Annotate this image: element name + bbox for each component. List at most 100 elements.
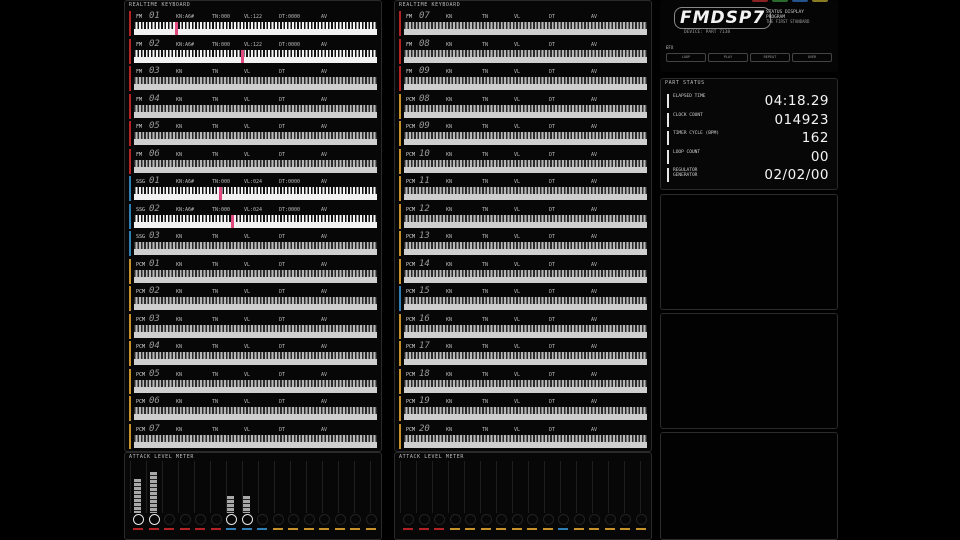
channel-color-stripe: [399, 38, 401, 64]
channel-indicator-icon: [288, 514, 299, 525]
channel-color-stripe: [129, 38, 131, 64]
channel-row[interactable]: PCM 12 KN TN VL DT AV: [399, 203, 647, 231]
channel-type: SSG: [136, 234, 146, 240]
channel-row[interactable]: PCM 07 KN TN VL DT AV: [129, 423, 377, 451]
piano-keyboard: [134, 22, 377, 35]
channel-row[interactable]: PCM 20 KN TN VL DT AV: [399, 423, 647, 451]
channel-row[interactable]: FM 02 KN:A6# TN:000 VL:122 DT:0000 AV: [129, 38, 377, 66]
av-field: AV: [321, 344, 328, 350]
tone-field: TN: [482, 261, 489, 268]
channel-row[interactable]: PCM 01 KN TN VL DT AV: [129, 258, 377, 286]
channel-indicator-icon: [334, 514, 346, 525]
detune-field: DT: [279, 96, 286, 103]
channel-color-stripe: [399, 286, 401, 311]
av-field: AV: [321, 69, 328, 75]
channel-info: FM 04 KN TN VL DT AV: [136, 94, 372, 105]
channel-info: PCM 07 KN TN VL DT AV: [136, 424, 372, 435]
piano-keyboard: [404, 214, 647, 228]
channel-info: SSG 03 KN TN VL DT AV: [136, 231, 372, 242]
channel-row[interactable]: PCM 14 KN TN VL DT AV: [399, 258, 647, 286]
channel-row[interactable]: FM 07 KN TN VL DT AV: [399, 10, 647, 38]
av-field: AV: [591, 289, 598, 295]
channel-row[interactable]: PCM 13 KN TN VL DT AV: [399, 230, 647, 258]
channel-info: SSG 01 KN:A6# TN:000 VL:024 DT:0000 AV: [136, 176, 372, 187]
channel-info: PCM 04 KN TN VL DT AV: [136, 341, 372, 352]
volume-field: VL:122: [244, 41, 263, 48]
part-status-panel: PART STATUS ELAPSED TIME 04:18.29 CLOCK CO…: [660, 78, 838, 190]
channel-row[interactable]: PCM 09 KN TN VL DT AV: [399, 120, 647, 148]
channel-indicator-icon: [449, 514, 461, 525]
channel-color-tag: [434, 528, 444, 532]
detune-field: DT: [549, 14, 556, 20]
channel-number: 02: [149, 38, 160, 49]
channel-indicator-icon: [179, 514, 191, 525]
channel-row[interactable]: SSG 01 KN:A6# TN:000 VL:024 DT:0000 AV: [129, 175, 377, 203]
channel-row[interactable]: PCM 08 KN TN VL DT AV: [399, 93, 647, 121]
channel-row[interactable]: FM 01 KN:A6# TN:000 VL:122 DT:0000 AV: [129, 10, 377, 38]
attack-meter-title: ATTACK LEVEL METER: [129, 454, 194, 460]
key-note-field: KN: [446, 124, 453, 130]
channel-info: PCM 17 KN TN VL DT AV: [406, 341, 642, 352]
key-note-field: KN: [176, 344, 183, 350]
channel-row[interactable]: FM 05 KN TN VL DT AV: [129, 120, 377, 148]
status-row: REGULATOR GENERATOR 02/02/00: [667, 167, 833, 183]
mode-tab[interactable]: PLAY: [708, 53, 748, 62]
channel-row[interactable]: PCM 17 KN TN VL DT AV: [399, 340, 647, 368]
channel-row[interactable]: PCM 10 KN TN VL DT AV: [399, 148, 647, 176]
channel-row[interactable]: SSG 02 KN:A6# TN:000 VL:024 DT:0000 AV: [129, 203, 377, 231]
channel-number: 01: [149, 258, 160, 269]
channel-info: PCM 06 KN TN VL DT AV: [136, 396, 372, 407]
piano-keyboard: [404, 187, 647, 200]
channel-row[interactable]: FM 08 KN TN VL DT AV: [399, 38, 647, 66]
channel-indicator-icon: [403, 514, 414, 525]
channel-row[interactable]: PCM 05 KN TN VL DT AV: [129, 368, 377, 396]
mode-tab[interactable]: OVER: [792, 53, 832, 62]
channel-number: 02: [149, 203, 160, 214]
channel-row[interactable]: PCM 11 KN TN VL DT AV: [399, 175, 647, 203]
attack-meter-title: ATTACK LEVEL METER: [399, 454, 464, 460]
channel-row[interactable]: PCM 03 KN TN VL DT AV: [129, 313, 377, 341]
channel-row[interactable]: FM 03 KN TN VL DT AV: [129, 65, 377, 93]
channel-color-tag: [288, 528, 298, 532]
piano-keyboard: [134, 324, 377, 338]
status-label: LOOP COUNT: [673, 149, 701, 155]
channel-info: PCM 19 KN TN VL DT AV: [406, 396, 642, 407]
volume-field: VL: [244, 124, 251, 130]
channel-info: PCM 11 KN TN VL DT AV: [406, 176, 642, 187]
channel-row[interactable]: PCM 02 KN TN VL DT AV: [129, 285, 377, 313]
key-note-field: KN: [446, 41, 453, 48]
channel-type: PCM: [136, 399, 146, 405]
channel-indicator-icon: [226, 514, 237, 525]
channel-number: 19: [419, 396, 430, 406]
av-field: AV: [591, 371, 598, 378]
channel-row[interactable]: PCM 16 KN TN VL DT AV: [399, 313, 647, 341]
channel-row[interactable]: FM 06 KN TN VL DT AV: [129, 148, 377, 176]
mode-tab[interactable]: LOOP: [666, 53, 706, 62]
channel-type: FM: [406, 69, 413, 75]
tone-field: TN: [482, 41, 489, 48]
channel-row[interactable]: PCM 06 KN TN VL DT AV: [129, 395, 377, 423]
volume-field: VL: [244, 234, 251, 240]
channel-number: 18: [419, 368, 430, 379]
tone-field: TN: [482, 151, 489, 158]
channel-row[interactable]: PCM 19 KN TN VL DT AV: [399, 395, 647, 423]
key-note-field: KN: [176, 69, 183, 75]
app-logo: FMDSP7: [674, 7, 772, 29]
volume-field: VL: [514, 14, 521, 20]
channel-row[interactable]: SSG 03 KN TN VL DT AV: [129, 230, 377, 258]
channel-type: PCM: [136, 344, 146, 350]
channel-row[interactable]: FM 04 KN TN VL DT AV: [129, 93, 377, 121]
channel-color-tag: [303, 528, 314, 532]
channel-number: 04: [149, 341, 160, 351]
channel-row[interactable]: PCM 18 KN TN VL DT AV: [399, 368, 647, 396]
tone-field: TN: [482, 14, 489, 20]
status-row: LOOP COUNT 00: [667, 149, 833, 165]
channel-row[interactable]: PCM 04 KN TN VL DT AV: [129, 340, 377, 368]
volume-field: VL: [514, 41, 521, 48]
channel-row[interactable]: FM 09 KN TN VL DT AV: [399, 65, 647, 93]
mode-tab[interactable]: REPEAT: [750, 53, 790, 62]
side-panel-2: [660, 313, 838, 429]
channel-row[interactable]: PCM 15 KN TN VL DT AV: [399, 285, 647, 313]
channel-number: 09: [419, 121, 430, 131]
volume-field: VL: [514, 261, 521, 268]
